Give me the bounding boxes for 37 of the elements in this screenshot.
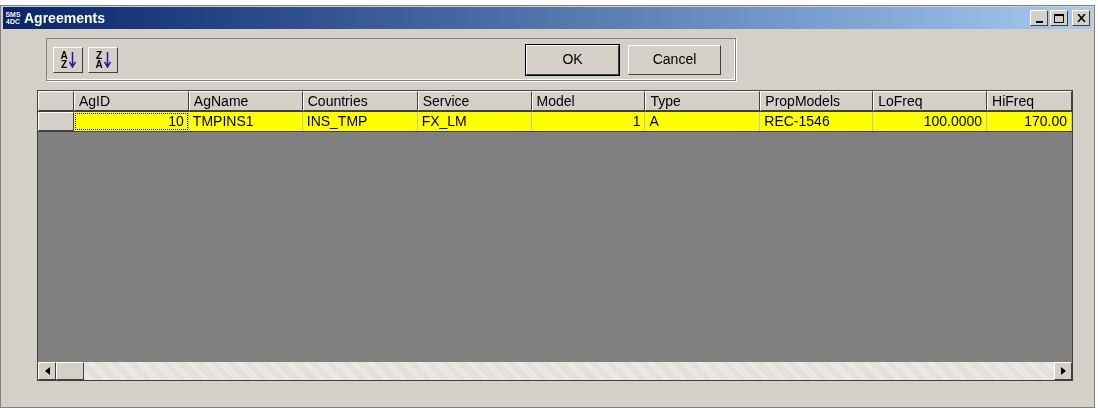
column-header[interactable]: HiFreq: [987, 91, 1072, 111]
column-header[interactable]: AgName: [188, 91, 303, 111]
table-cell: 170.00: [987, 112, 1072, 131]
column-header[interactable]: LoFreq: [873, 91, 988, 111]
corner-header: [38, 91, 74, 111]
scroll-right-button[interactable]: [1054, 362, 1072, 380]
scroll-thumb[interactable]: [56, 362, 84, 380]
close-icon: [1076, 14, 1086, 22]
column-header[interactable]: AgID: [73, 91, 189, 111]
maximize-button[interactable]: [1050, 10, 1068, 26]
table-cell: FX_LM: [417, 112, 532, 131]
column-header[interactable]: Model: [531, 91, 646, 111]
horizontal-scrollbar[interactable]: [38, 362, 1072, 380]
sort-button[interactable]: Z A: [88, 46, 118, 73]
down-arrow-icon: [103, 51, 111, 68]
minimize-button[interactable]: [1030, 10, 1048, 26]
table-cell: A: [645, 112, 761, 131]
ok-button[interactable]: OK: [526, 44, 619, 75]
column-header[interactable]: Countries: [302, 91, 418, 111]
sort-button[interactable]: A Z: [53, 46, 83, 73]
column-header[interactable]: PropModels: [760, 91, 874, 111]
table-cell: 10: [73, 112, 189, 131]
table-cell: 100.0000: [873, 112, 988, 131]
scroll-left-button[interactable]: [38, 362, 56, 380]
left-arrow-icon: [44, 367, 50, 375]
window-title: Agreements: [24, 8, 105, 28]
column-header[interactable]: Service: [417, 91, 532, 111]
close-button[interactable]: [1072, 10, 1090, 26]
down-arrow-icon: [68, 51, 76, 68]
table-cell: REC-1546: [760, 112, 874, 131]
right-arrow-icon: [1060, 367, 1066, 375]
table-cell: 1: [531, 112, 646, 131]
column-header[interactable]: Type: [645, 91, 761, 111]
table-cell: INS_TMP: [302, 112, 418, 131]
row-header[interactable]: [38, 112, 74, 131]
table-cell: TMPINS1: [188, 112, 303, 131]
cancel-button[interactable]: Cancel: [628, 44, 721, 75]
